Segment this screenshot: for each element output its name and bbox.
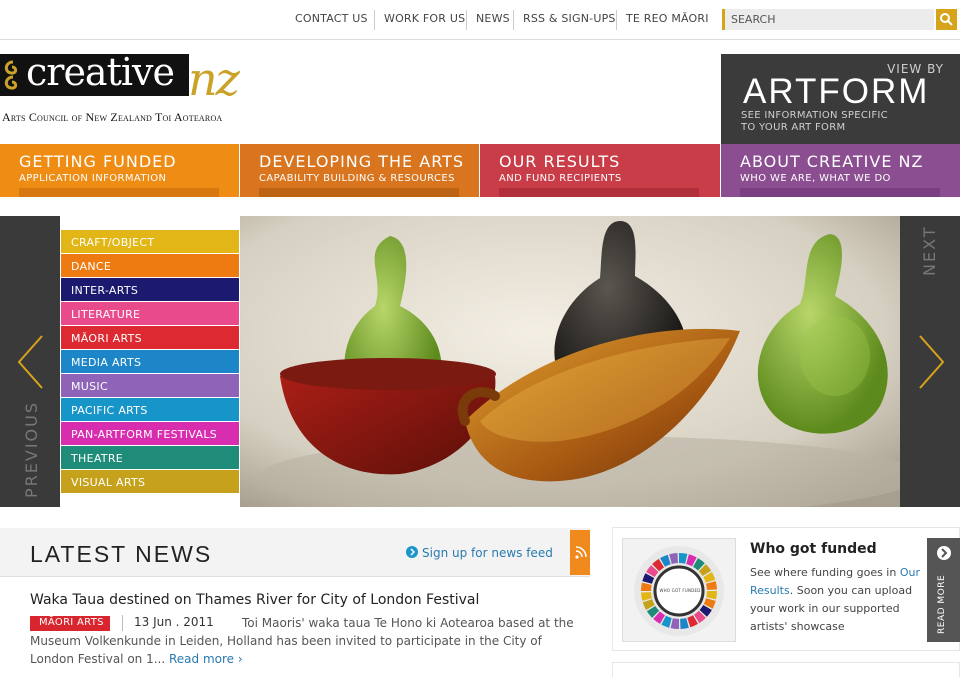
chevron-right-icon [919, 335, 945, 389]
nav-our-results[interactable]: OUR RESULTS AND FUND RECIPIENTS [480, 144, 720, 197]
nav-title: GETTING FUNDED [19, 152, 177, 171]
artform-music[interactable]: MUSIC [61, 374, 239, 397]
search-icon [940, 13, 953, 26]
next-label: NEXT [920, 225, 939, 276]
artform-sub-line: TO YOUR ART FORM [741, 122, 846, 133]
artform-literature[interactable]: LITERATURE [61, 302, 239, 325]
view-by-artform-button[interactable]: VIEW BY ARTFORM SEE INFORMATION SPECIFIC… [721, 54, 960, 144]
nav-subtitle: APPLICATION INFORMATION [19, 173, 167, 184]
nav-underline [740, 188, 940, 197]
who-got-funded-image[interactable]: WHO GOT FUNDED [622, 538, 736, 642]
carousel-previous-button[interactable]: PREVIOUS [0, 216, 60, 507]
nav-about-creative-nz[interactable]: ABOUT CREATIVE NZ WHO WE ARE, WHAT WE DO [721, 144, 960, 197]
logo-word: creative [26, 50, 175, 94]
signup-label: Sign up for news feed [422, 546, 553, 560]
category-badge[interactable]: MĀORI ARTS [30, 616, 110, 631]
news-heading: LATEST NEWS [30, 541, 213, 567]
rss-button[interactable] [570, 530, 590, 575]
chevron-right-circle-icon [937, 546, 951, 560]
artform-pan-artform-festivals[interactable]: PAN-ARTFORM FESTIVALS [61, 422, 239, 445]
artform-sub-line: SEE INFORMATION SPECIFIC [741, 110, 888, 121]
news-date: 13 Jun . 2011 [134, 615, 214, 629]
logo-tagline: Arts Council of New Zealand Toi Aotearoa [2, 110, 223, 124]
wheel-label: WHO GOT FUNDED [659, 588, 701, 593]
nav-contact-us[interactable]: CONTACT US [295, 12, 368, 25]
nav-rss-signups[interactable]: RSS & SIGN-UPS [523, 12, 616, 25]
nav-underline [499, 188, 699, 197]
artform-dance[interactable]: DANCE [61, 254, 239, 277]
divider [466, 10, 467, 30]
rss-icon [575, 546, 587, 559]
nav-te-reo-maori[interactable]: TE REO MĀORI [626, 12, 709, 25]
nav-news[interactable]: NEWS [476, 12, 510, 25]
divider [374, 10, 375, 30]
nav-underline [19, 188, 219, 197]
nav-underline [259, 188, 459, 197]
nav-getting-funded[interactable]: GETTING FUNDED APPLICATION INFORMATION [0, 144, 239, 197]
previous-label: PREVIOUS [22, 401, 41, 498]
artform-list: CRAFT/OBJECT DANCE INTER-ARTS LITERATURE… [61, 216, 240, 507]
next-panel [612, 662, 960, 677]
nav-title: OUR RESULTS [499, 152, 621, 171]
divider [616, 10, 617, 30]
read-more-link[interactable]: Read more › [169, 652, 243, 666]
news-headline-link[interactable]: Waka Taua destined on Thames River for C… [30, 592, 479, 608]
artform-media-arts[interactable]: MEDIA ARTS [61, 350, 239, 373]
artform-subtext: SEE INFORMATION SPECIFIC TO YOUR ART FOR… [741, 110, 888, 134]
arrow-circle-icon [406, 546, 418, 558]
artform-theatre[interactable]: THEATRE [61, 446, 239, 469]
artform-craft-object[interactable]: CRAFT/OBJECT [61, 230, 239, 253]
read-more-label: READ MORE [937, 574, 947, 634]
chevron-left-icon [17, 335, 43, 389]
who-got-funded-text: See where funding goes in Our Results. S… [750, 564, 925, 636]
who-text-part: See where funding goes in [750, 566, 900, 579]
excerpt-text: Toi Maoris' waka taua Te Hono ki Aotearo… [30, 616, 574, 666]
news-excerpt: Toi Maoris' waka taua Te Hono ki Aotearo… [30, 614, 575, 668]
nav-work-for-us[interactable]: WORK FOR US [384, 12, 465, 25]
divider [513, 10, 514, 30]
news-feed-signup-link[interactable]: Sign up for news feed [406, 546, 553, 560]
divider [122, 615, 123, 631]
nav-subtitle: AND FUND RECIPIENTS [499, 173, 622, 184]
who-got-funded-title: Who got funded [750, 541, 877, 557]
logo-nz: nz [188, 52, 240, 106]
artform-inter-arts[interactable]: INTER-ARTS [61, 278, 239, 301]
carousel-next-button[interactable]: NEXT [900, 216, 960, 507]
search-input[interactable]: SEARCH [722, 9, 934, 30]
nav-title: DEVELOPING THE ARTS [259, 152, 465, 171]
read-more-button[interactable]: READ MORE [927, 538, 960, 642]
nav-title: ABOUT CREATIVE NZ [740, 152, 924, 171]
koru-icon [4, 60, 18, 90]
nav-subtitle: CAPABILITY BUILDING & RESOURCES [259, 173, 455, 184]
nav-subtitle: WHO WE ARE, WHAT WE DO [740, 173, 891, 184]
search-button[interactable] [936, 9, 957, 30]
nav-developing-the-arts[interactable]: DEVELOPING THE ARTS CAPABILITY BUILDING … [240, 144, 479, 197]
artform-visual-arts[interactable]: VISUAL ARTS [61, 470, 239, 493]
artform-title: ARTFORM [743, 72, 930, 111]
artform-pacific-arts[interactable]: PACIFIC ARTS [61, 398, 239, 421]
artform-maori-arts[interactable]: MĀORI ARTS [61, 326, 239, 349]
hero-image [240, 216, 900, 507]
